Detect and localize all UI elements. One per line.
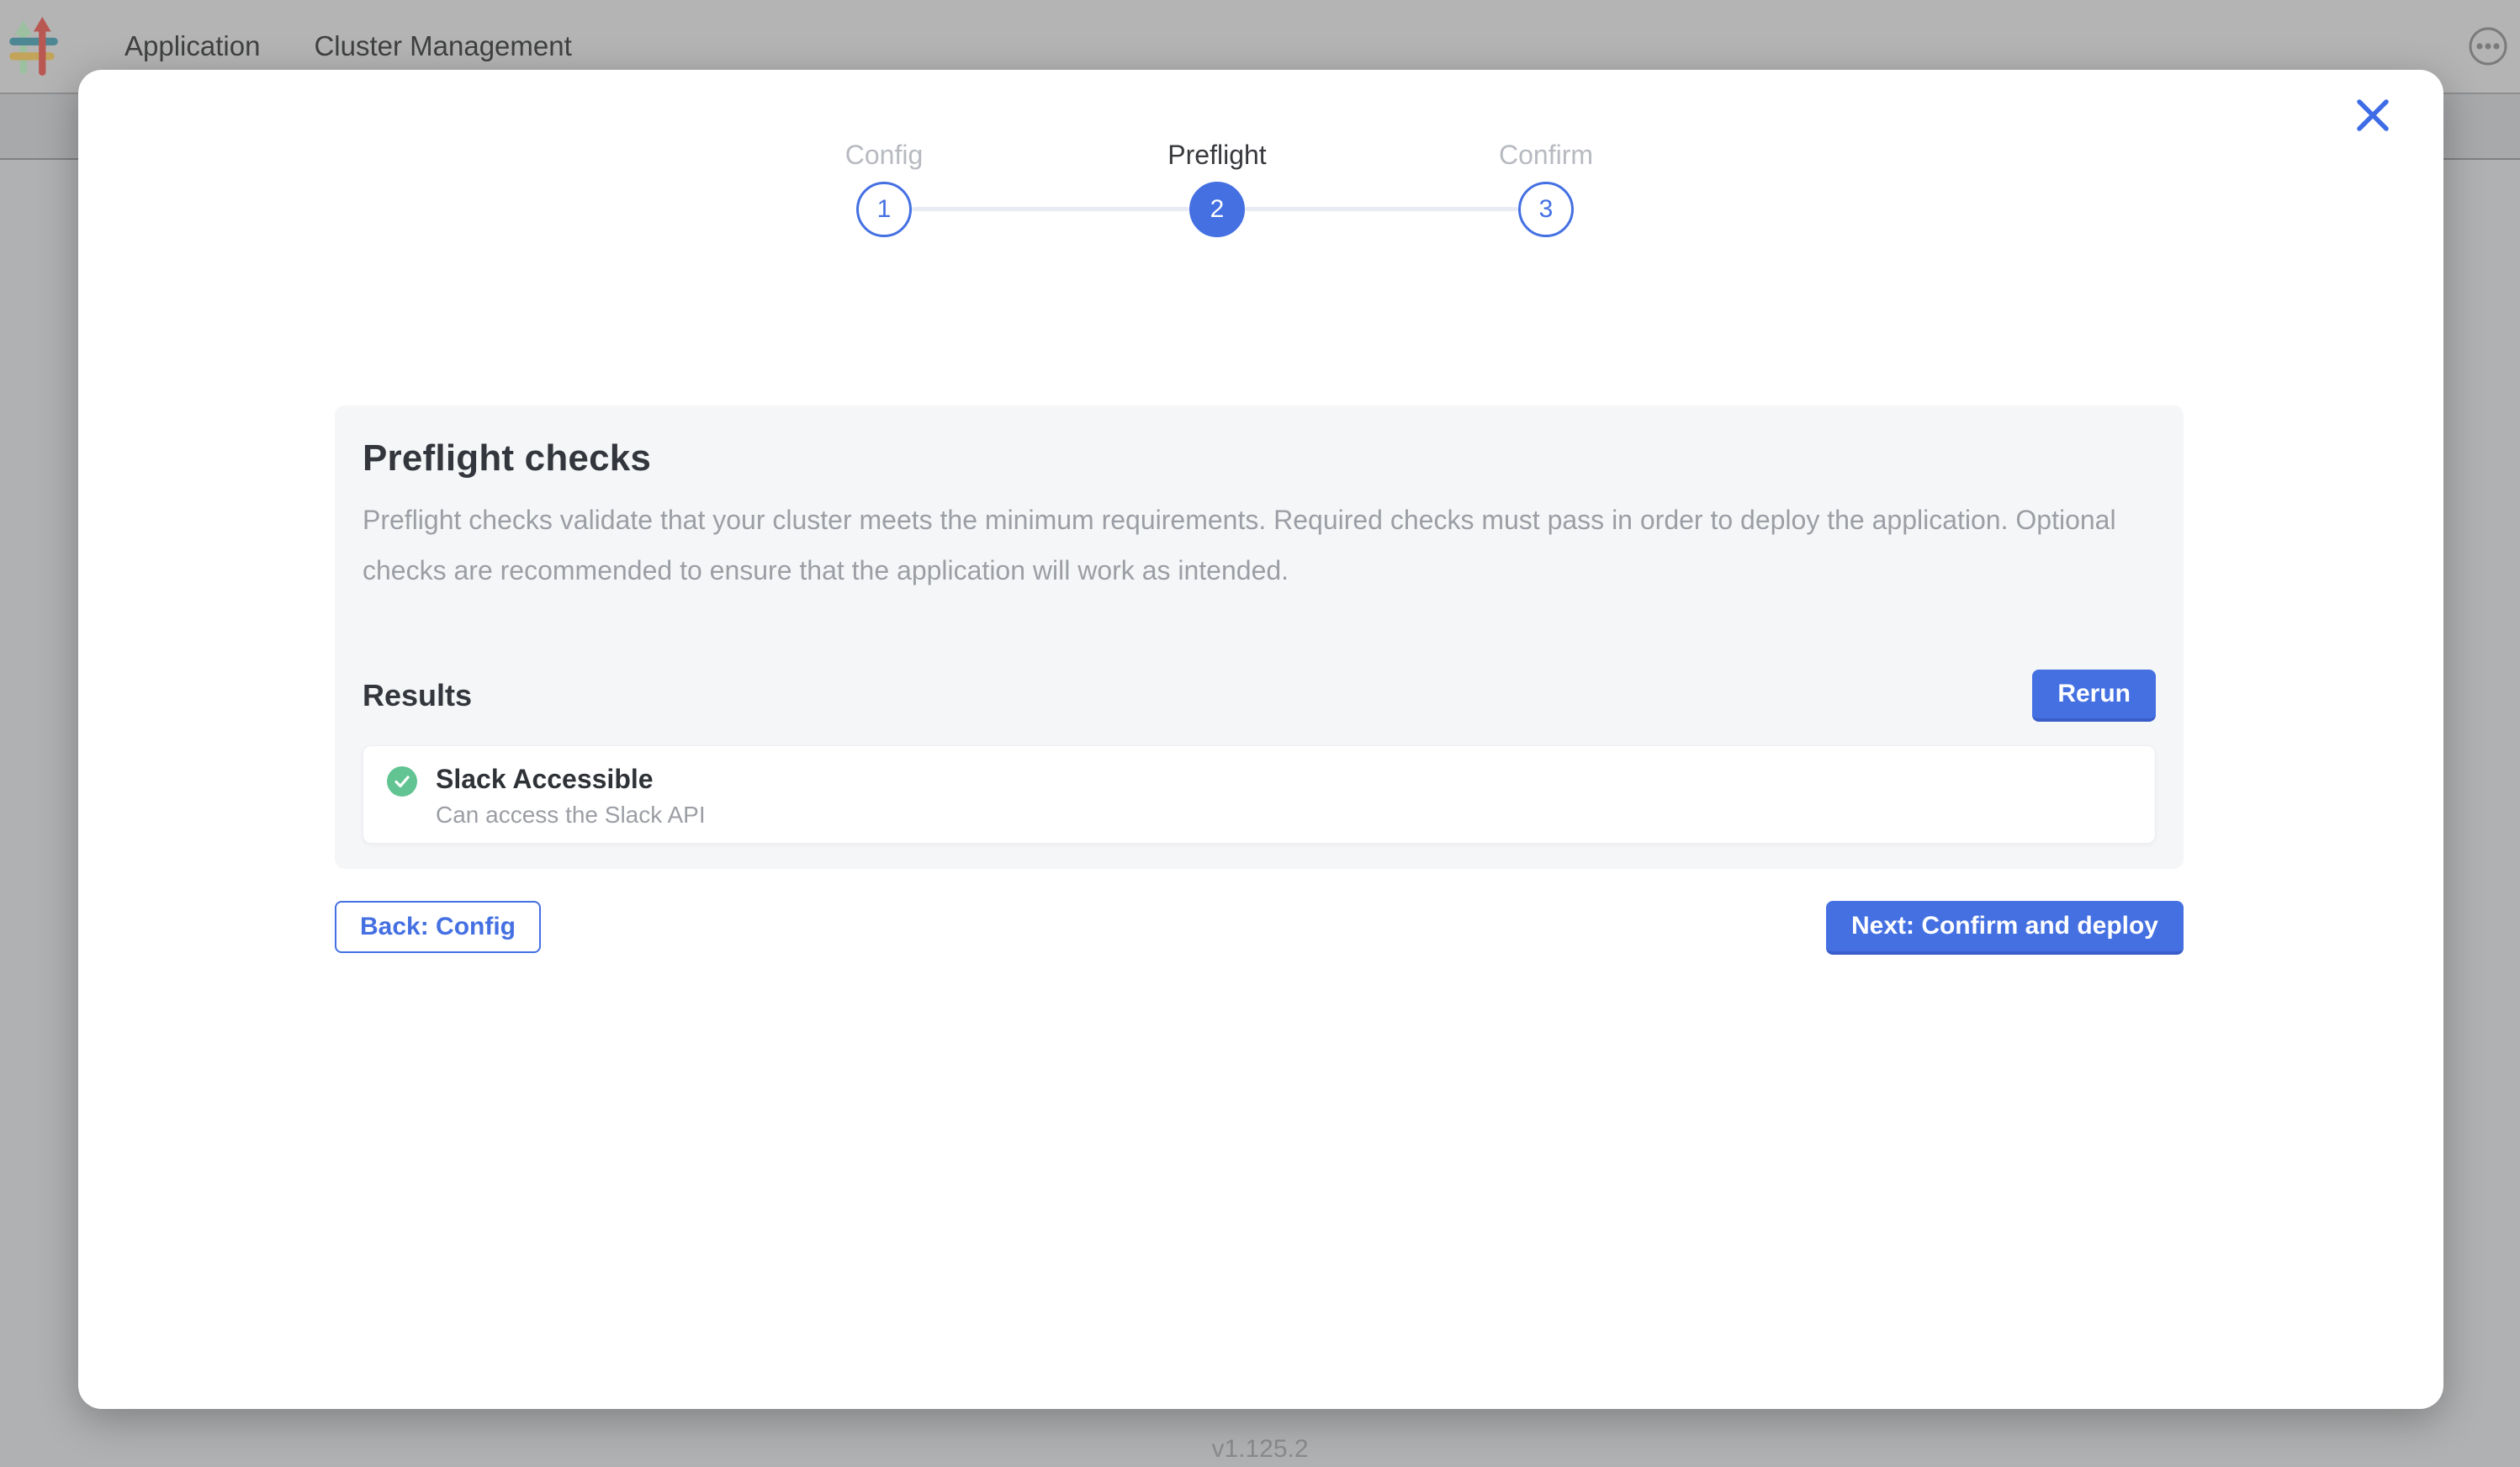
- check-text: Slack Accessible Can access the Slack AP…: [436, 761, 706, 830]
- check-detail: Can access the Slack API: [436, 800, 706, 830]
- step-preflight: Preflight 2: [1125, 138, 1310, 237]
- back-button[interactable]: Back: Config: [335, 901, 541, 953]
- preflight-wizard-modal: Config 1 Preflight 2 Confirm 3 Preflight…: [78, 70, 2443, 1409]
- step-config: Config 1: [791, 138, 977, 237]
- stepper-connector-line: [1245, 207, 1518, 211]
- step-label: Config: [791, 138, 977, 172]
- step-circle[interactable]: 1: [856, 182, 912, 237]
- close-icon: [2354, 97, 2391, 134]
- screen: Application Cluster Management v1.125.2 …: [0, 0, 2520, 1467]
- check-title: Slack Accessible: [436, 761, 706, 797]
- overflow-menu-button[interactable]: [2468, 26, 2508, 66]
- check-circle-icon: [387, 766, 417, 797]
- panel-description: Preflight checks validate that your clus…: [363, 495, 2156, 596]
- step-label: Confirm: [1453, 138, 1639, 172]
- preflight-panel: Preflight checks Preflight checks valida…: [335, 405, 2184, 869]
- wizard-stepper: Config 1 Preflight 2 Confirm 3: [78, 138, 2443, 306]
- version-label: v1.125.2: [0, 1435, 2520, 1464]
- step-circle[interactable]: 3: [1518, 182, 1574, 237]
- next-button[interactable]: Next: Confirm and deploy: [1826, 901, 2184, 955]
- step-circle[interactable]: 2: [1189, 182, 1245, 237]
- app-logo-icon: [8, 17, 59, 76]
- close-button[interactable]: [2351, 93, 2395, 137]
- step-label: Preflight: [1125, 138, 1310, 172]
- stepper-connector-line: [912, 207, 1189, 211]
- panel-title: Preflight checks: [363, 437, 2156, 479]
- rerun-button[interactable]: Rerun: [2032, 670, 2156, 722]
- nav-tab-cluster-management[interactable]: Cluster Management: [314, 30, 571, 62]
- nav-tab-application[interactable]: Application: [124, 30, 260, 62]
- step-confirm: Confirm 3: [1453, 138, 1639, 237]
- modal-footer: Back: Config Next: Confirm and deploy: [335, 901, 2184, 955]
- results-heading: Results: [363, 678, 472, 713]
- ellipsis-icon: [2468, 26, 2508, 66]
- preflight-check-row: Slack Accessible Can access the Slack AP…: [363, 745, 2156, 844]
- results-row: Results Rerun: [363, 670, 2156, 722]
